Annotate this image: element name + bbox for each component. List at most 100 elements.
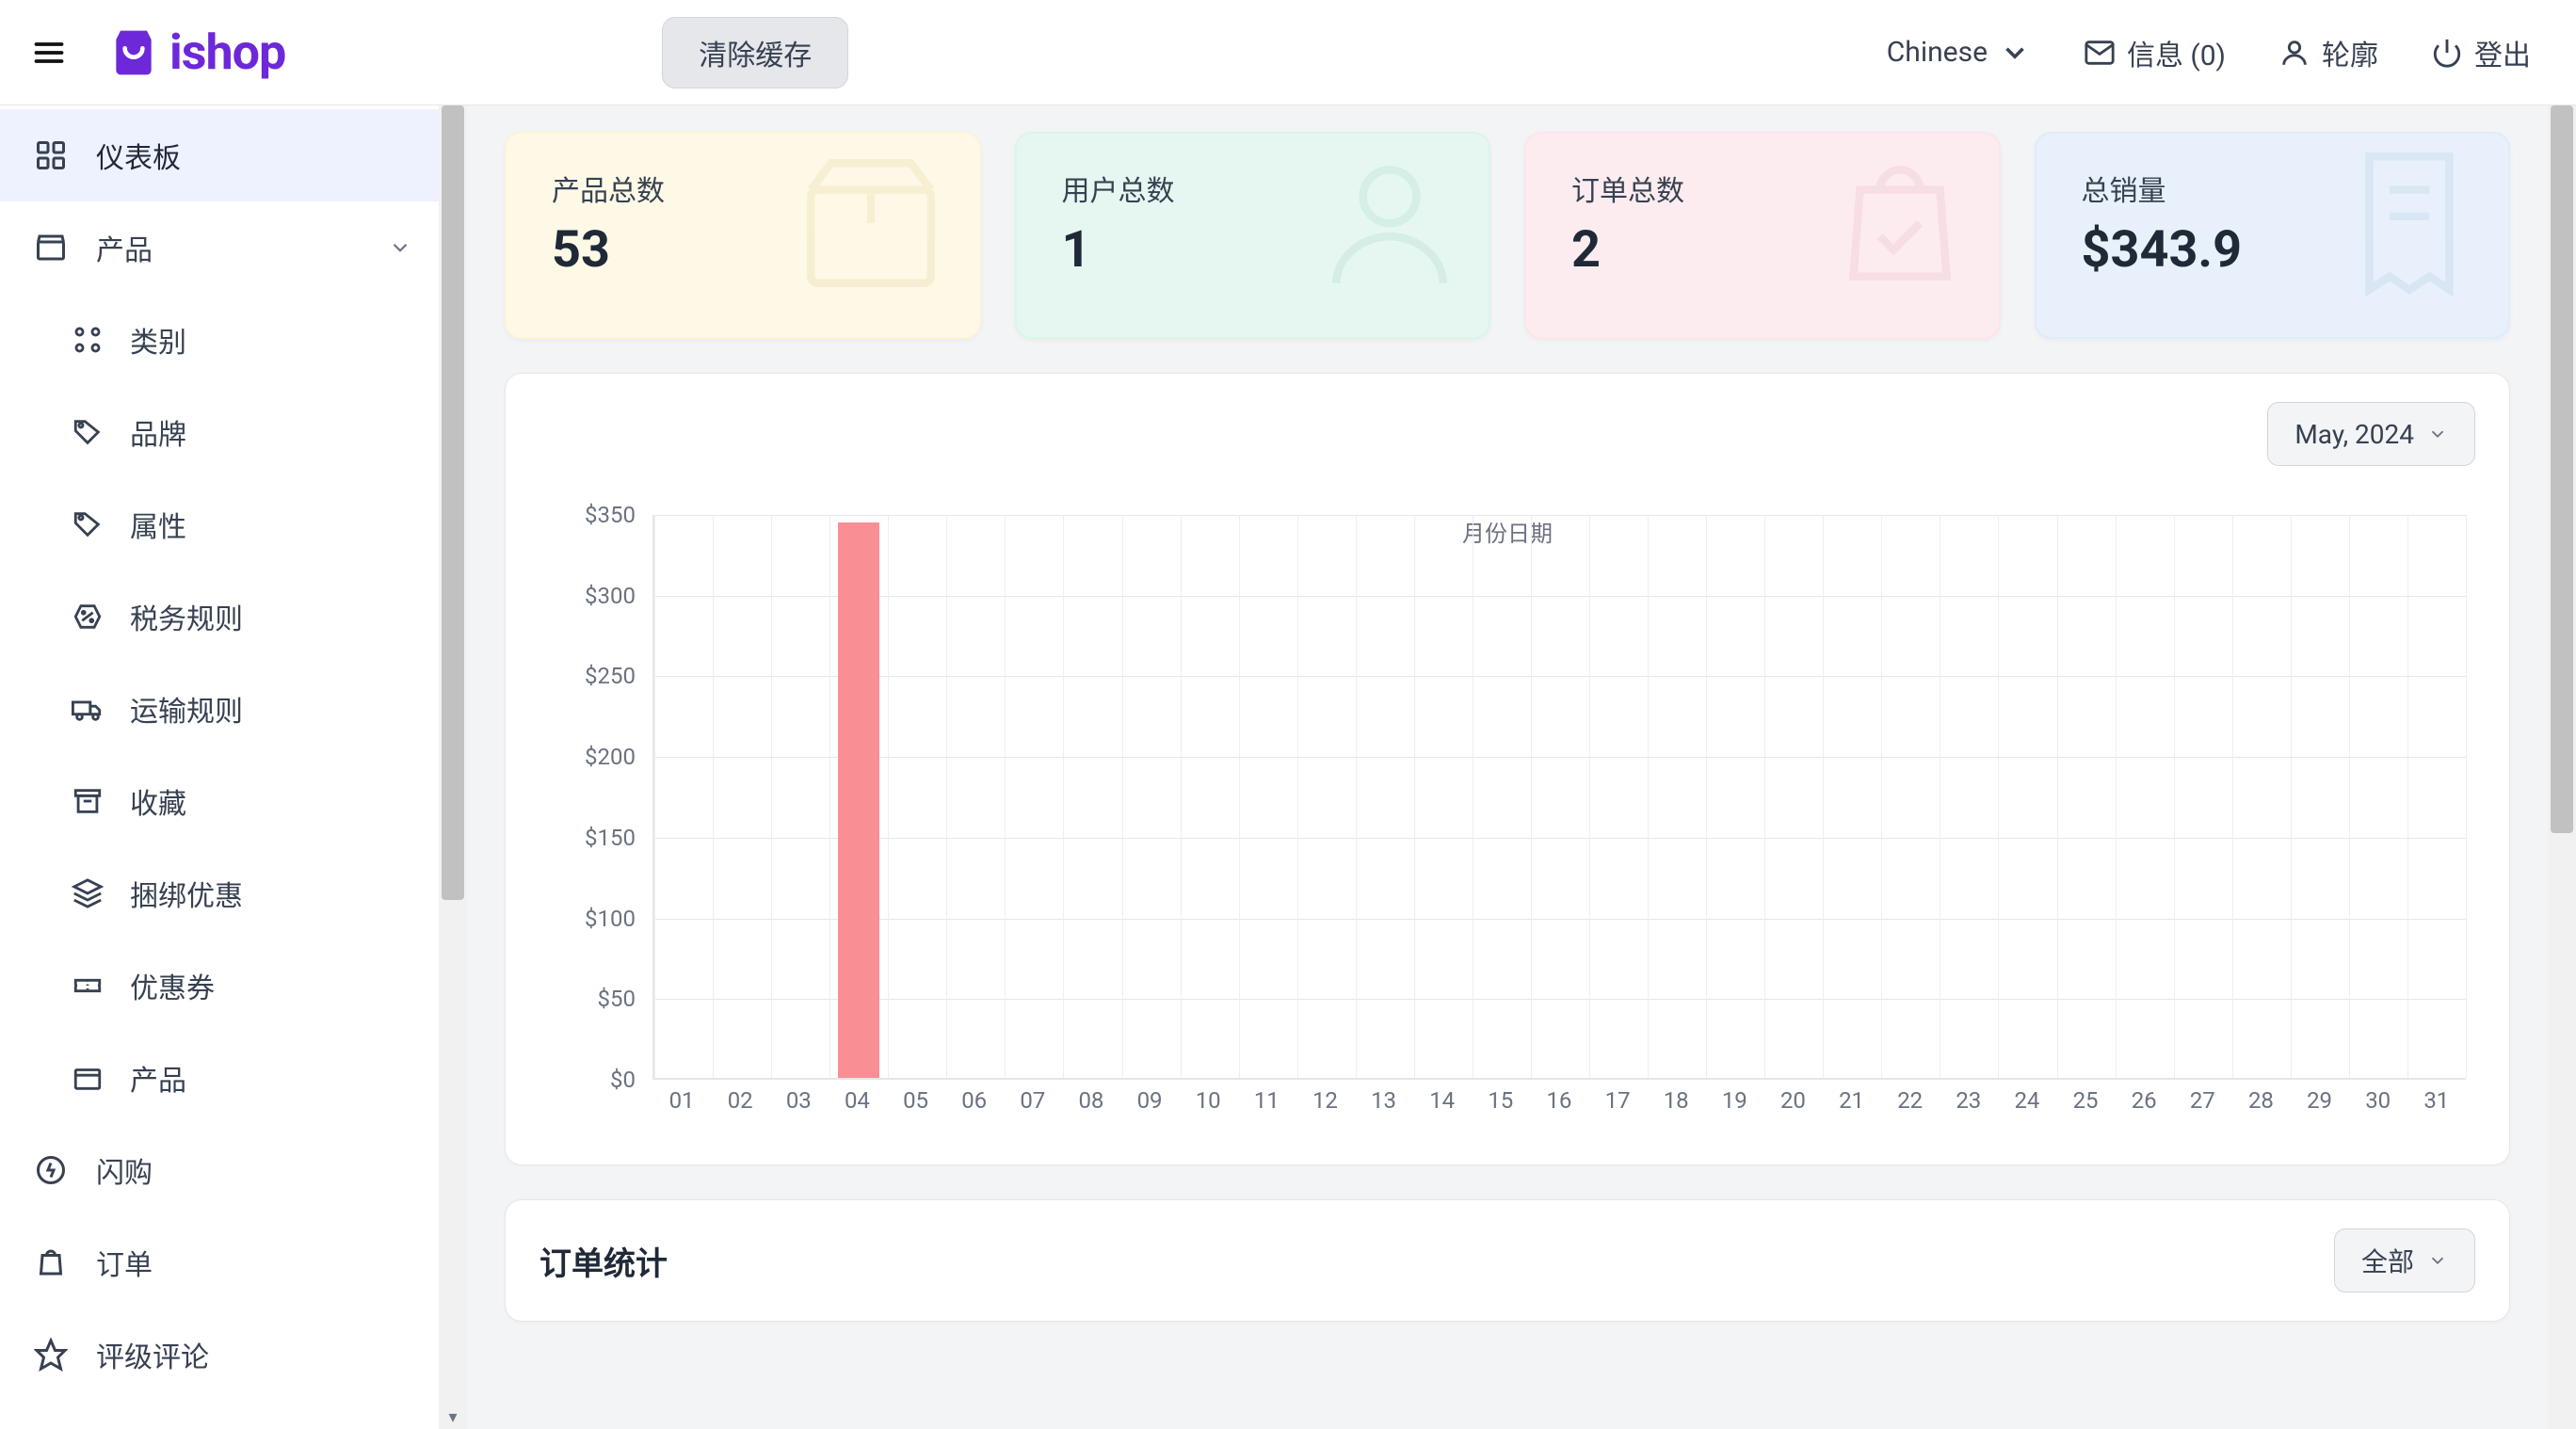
sidebar: 仪表板 产品 类别 品牌 属性 税务规则 (0, 105, 439, 1429)
sidebar-item-orders[interactable]: 订单 (0, 1216, 439, 1309)
sidebar-scrollbar[interactable]: ▾ (439, 105, 467, 1429)
x-tick-label: 02 (711, 1087, 769, 1119)
x-tick-label: 19 (1705, 1087, 1763, 1119)
sidebar-sub-label: 类别 (130, 319, 186, 361)
profile-link[interactable]: 轮廓 (2278, 32, 2378, 73)
brand-logo[interactable]: ishop (107, 24, 285, 81)
star-icon (34, 1338, 68, 1372)
brand-text: ishop (169, 24, 285, 81)
shopping-bag-icon (107, 26, 160, 79)
y-tick-label: $0 (610, 1067, 636, 1093)
x-tick-label: 30 (2349, 1087, 2407, 1119)
x-tick-label: 10 (1179, 1087, 1237, 1119)
sidebar-sub-coupons[interactable]: 优惠券 (0, 939, 439, 1032)
main-wrap: 产品总数 53 用户总数 1 订单总数 2 总销量 $343.9 (467, 105, 2576, 1429)
stat-card-users: 用户总数 1 (1015, 132, 1491, 339)
messages-label: 信息 (0) (2127, 32, 2226, 73)
bag-check-icon (1820, 143, 1980, 303)
month-selector-label: May, 2024 (2294, 419, 2414, 450)
x-tick-label: 20 (1763, 1087, 1822, 1119)
receipt-icon (2329, 143, 2489, 303)
x-tick-label: 07 (1004, 1087, 1062, 1119)
clear-cache-button[interactable]: 清除缓存 (662, 17, 848, 88)
sidebar-item-dashboard[interactable]: 仪表板 (0, 109, 439, 201)
language-dropdown[interactable]: Chinese (1887, 36, 2031, 69)
logout-label: 登出 (2474, 32, 2531, 73)
x-tick-label: 29 (2291, 1087, 2349, 1119)
sales-bar-chart: $0$50$100$150$200$250$300$350 0102030405… (539, 515, 2475, 1136)
mail-icon (2084, 37, 2116, 69)
tag-icon (72, 416, 104, 448)
sidebar-item-flashsale[interactable]: 闪购 (0, 1124, 439, 1216)
sidebar-sub-collections[interactable]: 收藏 (0, 755, 439, 847)
order-filter-label: 全部 (2361, 1242, 2414, 1279)
sidebar-sub-tax[interactable]: 税务规则 (0, 570, 439, 663)
sidebar-container: 仪表板 产品 类别 品牌 属性 税务规则 (0, 105, 467, 1429)
x-tick-label: 27 (2173, 1087, 2231, 1119)
order-filter-dropdown[interactable]: 全部 (2334, 1228, 2475, 1293)
user-icon (1310, 143, 1470, 303)
sales-chart-header: May, 2024 (539, 402, 2475, 466)
chevron-down-icon (388, 235, 412, 260)
chevron-down-icon (2427, 424, 2448, 444)
language-label: Chinese (1887, 36, 1988, 69)
sidebar-sub-label: 运输规则 (130, 688, 243, 730)
package-icon (72, 1062, 104, 1094)
dashboard-icon (34, 138, 68, 172)
shop-icon (34, 231, 68, 265)
x-tick-label: 01 (652, 1087, 711, 1119)
x-tick-label: 18 (1647, 1087, 1705, 1119)
sidebar-item-products[interactable]: 产品 (0, 201, 439, 294)
user-icon (2278, 37, 2310, 69)
x-tick-label: 15 (1472, 1087, 1530, 1119)
bag-icon (34, 1245, 68, 1279)
x-tick-label: 09 (1120, 1087, 1179, 1119)
truck-icon (72, 693, 104, 725)
sidebar-scrollbar-thumb[interactable] (442, 105, 464, 900)
order-stats-panel: 订单统计 全部 (505, 1199, 2510, 1322)
sidebar-sub-label: 优惠券 (130, 965, 215, 1006)
sidebar-item-reviews[interactable]: 评级评论 (0, 1309, 439, 1401)
box-icon (781, 143, 960, 303)
logout-link[interactable]: 登出 (2431, 32, 2531, 73)
month-selector[interactable]: May, 2024 (2267, 402, 2475, 466)
sidebar-sub-label: 税务规则 (130, 596, 243, 637)
order-stats-title: 订单统计 (539, 1238, 668, 1284)
main-scrollbar-thumb[interactable] (2551, 105, 2573, 833)
y-tick-label: $100 (585, 906, 636, 932)
y-tick-label: $150 (585, 825, 636, 851)
sidebar-sub-shipping[interactable]: 运输规则 (0, 663, 439, 755)
power-icon (2431, 37, 2463, 69)
x-tick-label: 03 (769, 1087, 828, 1119)
grid-icon (72, 324, 104, 356)
sales-chart-panel: May, 2024 $0$50$100$150$200$250$300$350 … (505, 373, 2510, 1165)
y-tick-label: $350 (585, 502, 636, 528)
topbar-right: Chinese 信息 (0) 轮廓 登出 (1887, 32, 2531, 73)
order-stats-header: 订单统计 全部 (539, 1228, 2475, 1293)
y-tick-label: $50 (598, 986, 636, 1012)
sidebar-sub-brands[interactable]: 品牌 (0, 386, 439, 478)
sidebar-item-label: 仪表板 (96, 135, 181, 176)
x-tick-label: 22 (1881, 1087, 1940, 1119)
chart-plot-area (652, 515, 2466, 1080)
x-tick-label: 06 (945, 1087, 1004, 1119)
flash-icon (34, 1153, 68, 1187)
stat-card-sales: 总销量 $343.9 (2035, 132, 2511, 339)
x-tick-label: 04 (828, 1087, 886, 1119)
messages-link[interactable]: 信息 (0) (2084, 32, 2226, 73)
main-content: 产品总数 53 用户总数 1 订单总数 2 总销量 $343.9 (467, 105, 2548, 1429)
sidebar-sub-products-list[interactable]: 产品 (0, 1032, 439, 1124)
x-tick-label: 26 (2115, 1087, 2173, 1119)
x-tick-label: 12 (1296, 1087, 1354, 1119)
scroll-down-icon[interactable]: ▾ (439, 1405, 467, 1429)
sidebar-item-label: 闪购 (96, 1149, 153, 1191)
menu-toggle-button[interactable] (28, 32, 70, 73)
sidebar-sub-bundles[interactable]: 捆绑优惠 (0, 847, 439, 939)
chart-y-axis: $0$50$100$150$200$250$300$350 (539, 515, 652, 1080)
x-tick-label: 13 (1355, 1087, 1413, 1119)
x-tick-label: 28 (2231, 1087, 2290, 1119)
main-scrollbar[interactable] (2548, 105, 2576, 1429)
sidebar-sub-categories[interactable]: 类别 (0, 294, 439, 386)
sidebar-sub-attributes[interactable]: 属性 (0, 478, 439, 570)
stats-row: 产品总数 53 用户总数 1 订单总数 2 总销量 $343.9 (505, 132, 2510, 339)
